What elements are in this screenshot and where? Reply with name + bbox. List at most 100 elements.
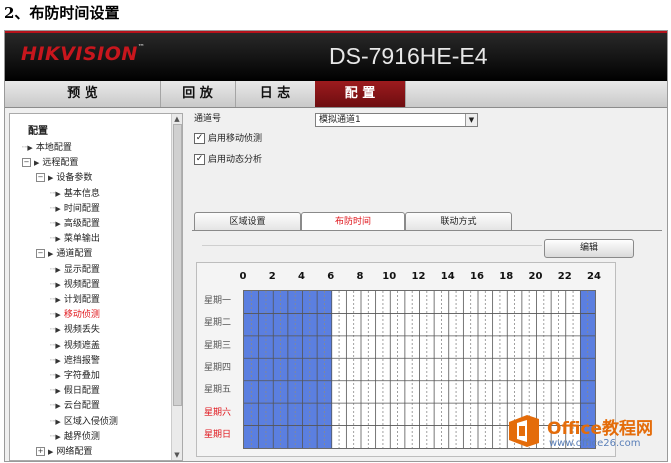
tree-item-label: 基本信息 xyxy=(63,188,100,199)
channel-select-value: 模拟通道1 xyxy=(319,115,361,125)
collapse-icon[interactable]: − xyxy=(22,158,31,168)
arrow-right-icon: ▶ xyxy=(55,341,61,350)
scroll-up-icon[interactable]: ▲ xyxy=(172,114,182,124)
tree-item-label: 时间配置 xyxy=(63,203,100,214)
tab-playback[interactable]: 回 放 xyxy=(160,81,236,107)
tab-linkage-method[interactable]: 联动方式 xyxy=(405,212,512,231)
tree-item[interactable]: ┈▶ 菜单输出 xyxy=(50,232,100,246)
arrow-right-icon: ▶ xyxy=(48,174,54,183)
collapse-icon[interactable]: − xyxy=(36,249,45,259)
enable-dynamic-analysis-checkbox[interactable]: ✓ 启用动态分析 xyxy=(194,154,262,166)
checkbox-checked-icon[interactable]: ✓ xyxy=(194,154,205,165)
tree-item-label: 区域入侵侦测 xyxy=(63,416,118,427)
arrow-right-icon: ▶ xyxy=(55,280,61,289)
day-label: 星期三 xyxy=(204,340,232,351)
watermark-url: www.office26.com xyxy=(549,438,641,449)
tree-item-label: 设备参数 xyxy=(56,173,93,184)
hour-tick-label: 8 xyxy=(356,271,364,282)
hour-tick-label: 2 xyxy=(268,271,276,282)
tree-item[interactable]: ┈▶ 字符叠加 xyxy=(50,369,100,383)
tree-item-label: 越界侦测 xyxy=(63,431,100,442)
chevron-down-icon[interactable]: ▼ xyxy=(465,114,477,126)
tree-item[interactable]: ┈▶ 视频丢失 xyxy=(50,323,100,337)
arrow-right-icon: ▶ xyxy=(55,417,61,426)
tree-item[interactable]: ┈▶ 高级配置 xyxy=(50,217,100,231)
scroll-thumb[interactable] xyxy=(173,124,182,406)
hour-tick-label: 6 xyxy=(327,271,335,282)
arrow-right-icon: ▶ xyxy=(48,250,54,259)
tab-log[interactable]: 日 志 xyxy=(235,81,316,107)
device-model: DS-7916HE-E4 xyxy=(329,43,488,69)
tree-item[interactable]: ┈▶ 计划配置 xyxy=(50,293,100,307)
hour-tick-label: 0 xyxy=(239,271,247,282)
arrow-right-icon: ▶ xyxy=(55,235,61,244)
tree-item-label: 假日配置 xyxy=(63,386,100,397)
tree-item[interactable]: ┈▶ 假日配置 xyxy=(50,384,100,398)
arrow-right-icon: ▶ xyxy=(55,311,61,320)
main-nav: 预 览 回 放 日 志 配 置 xyxy=(5,81,667,108)
tree-item[interactable]: ┈▶ 遮挡报警 xyxy=(50,354,100,368)
checkbox-checked-icon[interactable]: ✓ xyxy=(194,133,205,144)
channel-label: 通道号 xyxy=(194,114,222,124)
enable-motion-detection-checkbox[interactable]: ✓ 启用移动侦测 xyxy=(194,133,262,145)
expand-icon[interactable]: + xyxy=(36,447,45,456)
arrow-right-icon: ▶ xyxy=(55,432,61,441)
tree-item[interactable]: ┈▶ 区域入侵侦测 xyxy=(50,415,118,429)
tab-area-settings[interactable]: 区域设置 xyxy=(194,212,301,231)
hour-tick-label: 4 xyxy=(298,271,305,282)
tree-item[interactable]: ┈▶ 越界侦测 xyxy=(50,430,100,444)
hikvision-logo: HIKVISION™ xyxy=(21,43,146,65)
hour-tick-label: 10 xyxy=(382,271,397,282)
tree-item[interactable]: − ▶ 远程配置 xyxy=(22,156,78,170)
tree-item-label: 菜单输出 xyxy=(63,234,100,245)
tree-item[interactable]: ┈▶ 移动侦测 xyxy=(50,308,100,322)
arrow-right-icon: ▶ xyxy=(55,204,61,213)
tree-item[interactable]: ┈▶ 时间配置 xyxy=(50,202,100,216)
tree-item[interactable]: ┈▶ 基本信息 xyxy=(50,187,100,201)
tree-item-label: 通道配置 xyxy=(56,249,93,260)
enable-motion-detection-label: 启用移动侦测 xyxy=(208,134,263,144)
tree-item-label: 视频丢失 xyxy=(63,325,100,336)
tab-preview[interactable]: 预 览 xyxy=(5,81,161,107)
office26-watermark: Office教程网 www.office26.com xyxy=(505,410,667,456)
hour-tick-label: 14 xyxy=(440,271,455,282)
scroll-down-icon[interactable]: ▼ xyxy=(172,450,182,460)
hour-tick-label: 24 xyxy=(587,271,601,282)
tab-config[interactable]: 配 置 xyxy=(315,81,406,107)
tree-item[interactable]: ┈▶ 视频配置 xyxy=(50,278,100,292)
arrow-right-icon: ▶ xyxy=(55,189,61,198)
tree-item[interactable]: ┈▶ 云台配置 xyxy=(50,399,100,413)
tree-item-label: 网络配置 xyxy=(56,447,93,457)
arrow-right-icon: ▶ xyxy=(55,265,61,274)
enable-dynamic-analysis-label: 启用动态分析 xyxy=(208,155,263,165)
tree-item[interactable]: ┈▶ 视频遮盖 xyxy=(50,339,100,353)
tab-arming-schedule[interactable]: 布防时间 xyxy=(301,212,405,231)
tree-item-label: 显示配置 xyxy=(63,264,100,275)
collapse-icon[interactable]: − xyxy=(36,173,45,183)
arrow-right-icon: ▶ xyxy=(55,402,61,411)
tree-item[interactable]: + ▶ 网络配置 xyxy=(36,445,92,459)
hour-tick-label: 22 xyxy=(557,271,572,282)
tree-item[interactable]: − ▶ 设备参数 xyxy=(36,171,92,185)
hour-tick-label: 12 xyxy=(411,271,426,282)
office-logo-icon xyxy=(509,415,539,447)
tree-item[interactable]: − ▶ 通道配置 xyxy=(36,247,92,261)
arrow-right-icon: ▶ xyxy=(55,326,61,335)
arrow-right-icon: ▶ xyxy=(27,144,33,152)
brand-banner: HIKVISION™ DS-7916HE-E4 xyxy=(5,31,667,81)
hour-tick-label: 18 xyxy=(499,271,514,282)
arrow-right-icon: ▶ xyxy=(55,372,61,380)
day-label: 星期日 xyxy=(204,430,232,441)
tree-item-label: 视频配置 xyxy=(63,279,100,290)
tree-item[interactable]: ┈▶ 本地配置 xyxy=(22,141,72,155)
arrow-right-icon: ▶ xyxy=(55,387,61,396)
edit-button[interactable]: 编辑 xyxy=(544,239,634,258)
channel-select[interactable]: 模拟通道1 ▼ xyxy=(315,113,478,127)
tab-divider xyxy=(192,230,662,231)
hour-tick-label: 20 xyxy=(528,271,543,282)
armed-time-block[interactable] xyxy=(580,358,595,381)
armed-time-block[interactable] xyxy=(580,291,595,314)
tree-scrollbar[interactable]: ▲ ▼ xyxy=(171,114,182,460)
tree-item-label: 字符叠加 xyxy=(63,371,100,381)
tree-item[interactable]: ┈▶ 显示配置 xyxy=(50,263,100,277)
